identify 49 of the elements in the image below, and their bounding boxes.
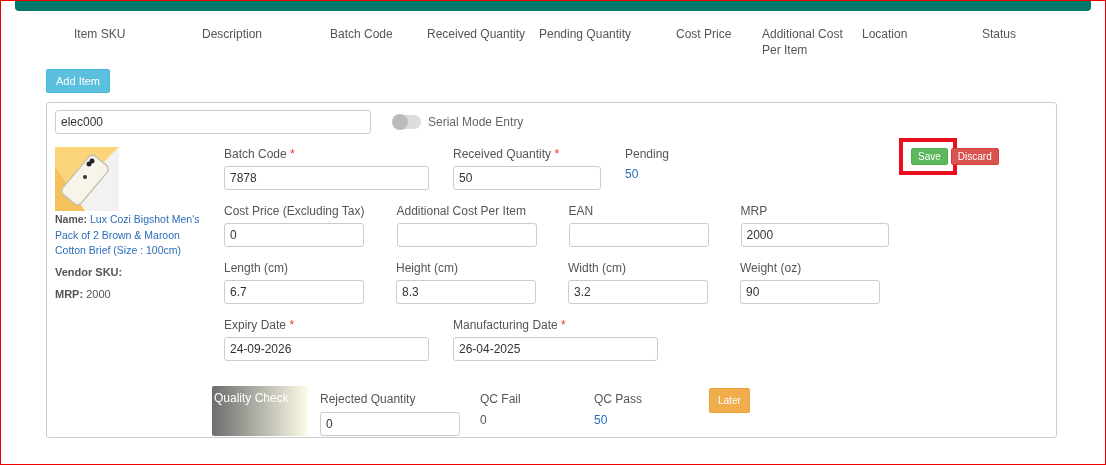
field-label: Batch Code * xyxy=(224,147,296,161)
field-label: Length (cm) xyxy=(224,261,290,275)
column-header: Batch Code xyxy=(330,26,394,43)
input-field[interactable]: 0 xyxy=(224,223,364,247)
serial-mode-label: Serial Mode Entry xyxy=(428,115,524,129)
field-label: Cost Price (Excluding Tax) xyxy=(224,204,365,218)
input-field[interactable]: 90 xyxy=(740,280,880,304)
input-field[interactable]: 2000 xyxy=(740,223,889,247)
column-header: Status xyxy=(982,26,1018,43)
vendor-sku: Vendor SKU: xyxy=(55,265,124,278)
input-field[interactable] xyxy=(396,223,537,247)
column-header: Cost Price xyxy=(676,26,733,43)
qc-fail-label: QC Fail xyxy=(480,392,522,406)
input-field[interactable]: 0 xyxy=(320,412,460,436)
pending-label: Pending xyxy=(625,147,670,161)
field-label: Height (cm) xyxy=(396,261,459,275)
input-field[interactable]: 7878 xyxy=(224,166,429,190)
column-header: Received Quantity xyxy=(427,26,527,43)
quality-check-panel: Quality Check xyxy=(212,386,308,436)
serial-mode-toggle[interactable] xyxy=(393,115,421,129)
qc-pass-value: 50 xyxy=(594,413,609,427)
column-header: Location xyxy=(862,26,909,43)
sku-field[interactable]: elec000 xyxy=(55,110,371,134)
input-field[interactable]: 50 xyxy=(453,166,601,190)
pending-value: 50 xyxy=(625,167,640,181)
discard-button[interactable]: Discard xyxy=(950,148,999,165)
field-label: Additional Cost Per Item xyxy=(396,204,527,218)
input-field[interactable]: 8.3 xyxy=(396,280,536,304)
product-mrp: MRP: 2000 xyxy=(55,287,112,300)
qc-pass-label: QC Pass xyxy=(594,392,643,406)
input-field[interactable]: 24-09-2026 xyxy=(224,337,429,361)
field-label: Expiry Date * xyxy=(224,318,296,332)
input-field[interactable]: 6.7 xyxy=(224,280,364,304)
column-header: Pending Quantity xyxy=(539,26,633,43)
field-label: Rejected Quantity xyxy=(320,392,417,406)
field-label: Width (cm) xyxy=(568,261,627,275)
field-label: EAN xyxy=(568,204,595,218)
field-label: Weight (oz) xyxy=(740,261,803,275)
field-label: Received Quantity * xyxy=(453,147,561,161)
column-header: Additional Cost Per Item xyxy=(762,26,844,58)
field-label: Manufacturing Date * xyxy=(453,318,567,332)
input-field[interactable]: 3.2 xyxy=(568,280,708,304)
qc-fail-value: 0 xyxy=(480,413,488,427)
input-field[interactable]: 26-04-2025 xyxy=(453,337,658,361)
column-header: Description xyxy=(202,26,264,43)
field-label: MRP xyxy=(740,204,769,218)
column-header: Item SKU xyxy=(74,26,127,43)
input-field[interactable] xyxy=(568,223,709,247)
product-name: Name: Lux Cozi Bigshot Men's Pack of 2 Brown & Maroon Cotton Brief (Size : 100cm) xyxy=(55,212,201,258)
